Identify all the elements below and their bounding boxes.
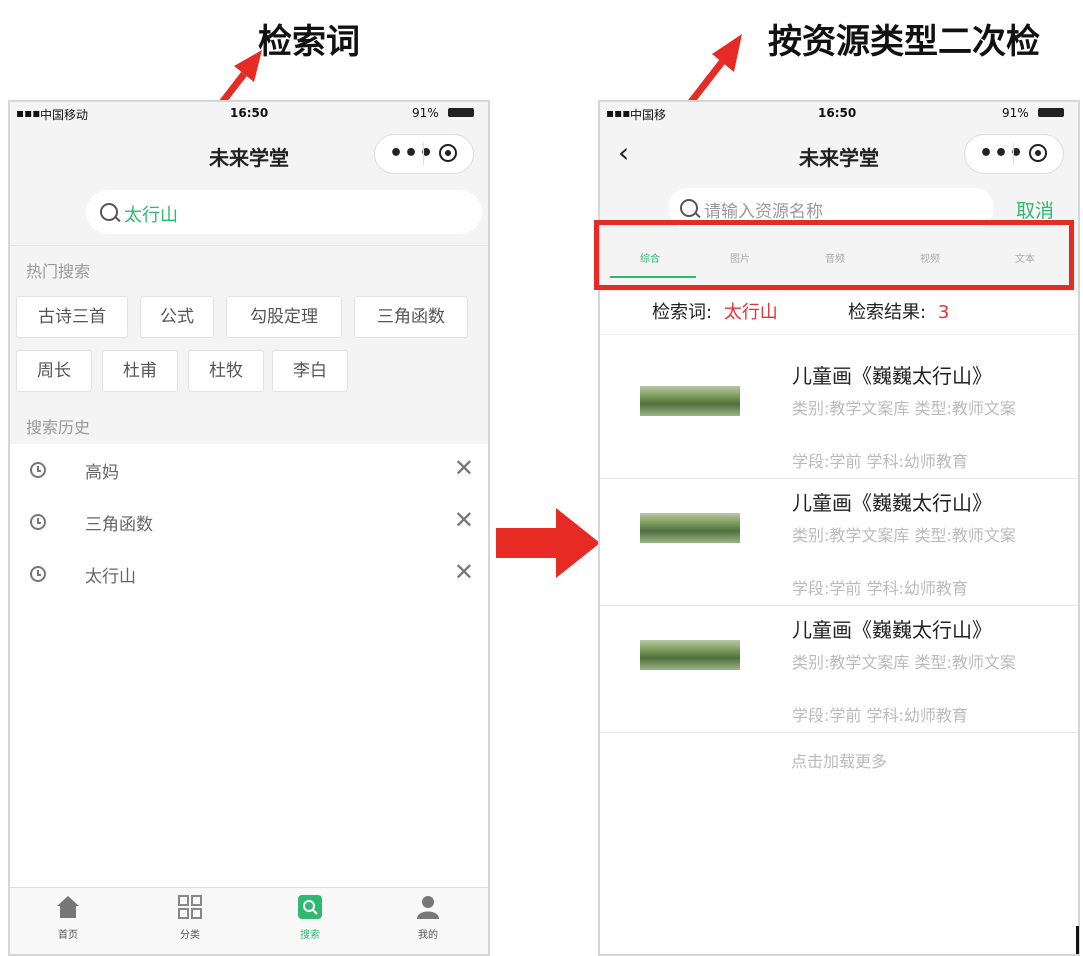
- result-meta: 类别:教学文案库 类型:教师文案: [792, 526, 1016, 545]
- result-thumbnail: [640, 386, 740, 416]
- result-item[interactable]: 儿童画《巍巍太行山》 类别:教学文案库 类型:教师文案 学段:学前 学科:幼师教…: [600, 479, 1078, 606]
- battery-icon: [1038, 108, 1064, 117]
- history-item[interactable]: 太行山 ✕: [10, 548, 488, 601]
- history-text: 高妈: [85, 463, 119, 483]
- hot-chip[interactable]: 公式: [140, 296, 214, 338]
- highlight-box: [594, 220, 1074, 290]
- result-thumbnail: [640, 640, 740, 670]
- keyword-label: 检索词:: [652, 302, 713, 323]
- search-history-label: 搜索历史: [26, 418, 91, 437]
- tab-home[interactable]: 首页: [38, 894, 98, 941]
- result-count: 3: [937, 302, 950, 323]
- cursor-mark: [1076, 926, 1079, 954]
- tab-search[interactable]: 搜索: [280, 894, 340, 941]
- signal-icon: ▪▪▪: [16, 106, 41, 120]
- battery-icon: [448, 108, 474, 117]
- clock-icon: [30, 514, 46, 530]
- clock-time: 16:50: [230, 106, 269, 120]
- left-phone-screen: ▪▪▪ 中国移动 16:50 91% 未来学堂 ••• 太行山 热门搜索 古诗三…: [8, 100, 490, 956]
- result-meta: 类别:教学文案库 类型:教师文案: [792, 399, 1016, 418]
- hot-chip[interactable]: 古诗三首: [16, 296, 128, 338]
- hot-chip[interactable]: 周长: [16, 350, 92, 392]
- search-value: 太行山: [124, 205, 178, 226]
- search-placeholder: 请输入资源名称: [704, 202, 823, 222]
- more-icon[interactable]: •••: [389, 141, 434, 166]
- signal-icon: ▪▪▪: [606, 106, 631, 120]
- transition-arrow: [496, 508, 600, 578]
- result-item[interactable]: 儿童画《巍巍太行山》 类别:教学文案库 类型:教师文案 学段:学前 学科:幼师教…: [600, 606, 1078, 733]
- close-miniprogram-icon[interactable]: [1029, 144, 1047, 162]
- search-input[interactable]: 太行山: [86, 190, 482, 234]
- hot-chip[interactable]: 杜甫: [102, 350, 178, 392]
- carrier: 中国移动: [40, 108, 89, 122]
- hot-search-label: 热门搜索: [26, 262, 91, 281]
- mini-program-capsule: •••: [374, 134, 474, 174]
- result-stage: 学段:学前 学科:幼师教育: [792, 706, 968, 725]
- result-title: 儿童画《巍巍太行山》: [792, 618, 992, 642]
- clock-time: 16:50: [818, 106, 857, 120]
- status-bar: ▪▪▪ 中国移动 16:50 91%: [10, 102, 488, 124]
- history-text: 太行山: [85, 567, 136, 587]
- close-icon[interactable]: ✕: [454, 454, 474, 482]
- more-icon[interactable]: •••: [979, 141, 1024, 166]
- clock-icon: [30, 462, 46, 478]
- user-icon: [417, 896, 439, 919]
- mini-program-capsule: •••: [964, 134, 1064, 174]
- result-item[interactable]: 儿童画《巍巍太行山》 类别:教学文案库 类型:教师文案 学段:学前 学科:幼师教…: [600, 352, 1078, 479]
- bottom-tab-bar: 首页 分类 搜索 我的: [10, 887, 488, 954]
- result-count-line: 检索结果: 3: [848, 298, 949, 324]
- clock-icon: [30, 566, 46, 582]
- tab-mine[interactable]: 我的: [398, 894, 458, 941]
- result-label: 检索结果:: [848, 302, 927, 323]
- result-thumbnail: [640, 513, 740, 543]
- keyword-line: 检索词: 太行山: [652, 298, 778, 324]
- result-meta: 类别:教学文案库 类型:教师文案: [792, 653, 1016, 672]
- close-miniprogram-icon[interactable]: [439, 144, 457, 162]
- keyword-value: 太行山: [723, 302, 778, 323]
- hot-chip[interactable]: 杜牧: [188, 350, 264, 392]
- search-icon: [100, 203, 118, 221]
- tab-category[interactable]: 分类: [160, 894, 220, 941]
- grid-icon: [178, 895, 202, 919]
- load-more-link[interactable]: 点击加载更多: [600, 748, 1078, 772]
- history-item[interactable]: 高妈 ✕: [10, 444, 488, 497]
- result-title: 儿童画《巍巍太行山》: [792, 491, 992, 515]
- result-title: 儿童画《巍巍太行山》: [792, 364, 992, 388]
- carrier: 中国移: [630, 108, 667, 122]
- close-icon[interactable]: ✕: [454, 558, 474, 586]
- cancel-button[interactable]: 取消: [1016, 196, 1054, 223]
- history-item[interactable]: 三角函数 ✕: [10, 496, 488, 549]
- hot-chip[interactable]: 勾股定理: [226, 296, 342, 338]
- battery-percent: 91%: [412, 106, 439, 120]
- battery-percent: 91%: [1002, 106, 1029, 120]
- history-text: 三角函数: [85, 515, 153, 535]
- result-stage: 学段:学前 学科:幼师教育: [792, 452, 968, 471]
- status-bar: ▪▪▪ 中国移 16:50 91%: [600, 102, 1078, 124]
- result-stage: 学段:学前 学科:幼师教育: [792, 579, 968, 598]
- hot-chip[interactable]: 三角函数: [354, 296, 468, 338]
- search-icon: [680, 199, 698, 217]
- search-icon: [298, 895, 322, 919]
- home-icon: [57, 896, 79, 918]
- close-icon[interactable]: ✕: [454, 506, 474, 534]
- hot-chip[interactable]: 李白: [272, 350, 348, 392]
